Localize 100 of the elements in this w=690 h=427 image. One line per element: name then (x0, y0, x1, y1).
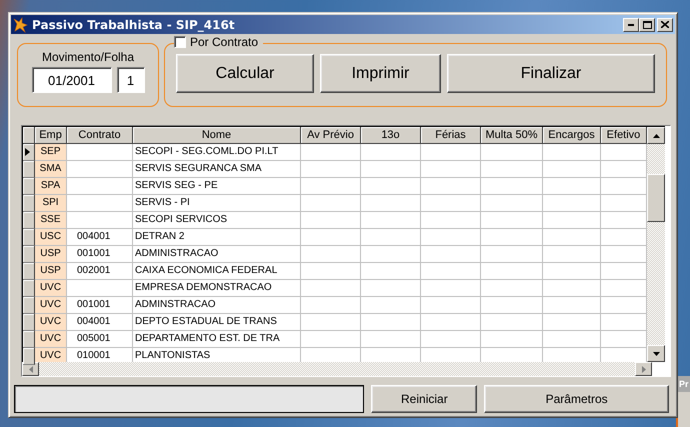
action-button[interactable]: Parâmetros (484, 385, 669, 413)
close-button[interactable] (657, 18, 673, 32)
table-cell (543, 195, 601, 212)
table-cell (421, 178, 481, 195)
table-cell (301, 246, 361, 263)
row-indicator[interactable] (23, 161, 35, 178)
column-header[interactable]: Férias (421, 127, 481, 144)
table-cell (543, 314, 601, 331)
scroll-down-button[interactable] (647, 345, 665, 362)
up-arrow-icon (652, 134, 660, 138)
table-cell (421, 195, 481, 212)
column-header[interactable]: Contrato (67, 127, 133, 144)
column-header[interactable]: Nome (133, 127, 301, 144)
table-cell (421, 229, 481, 246)
column-header[interactable]: Av Prévio (301, 127, 361, 144)
table-cell (601, 229, 647, 246)
column-header[interactable]: Emp (35, 127, 67, 144)
table-cell: SSE (35, 212, 67, 229)
folha-field[interactable]: 1 (116, 67, 144, 93)
table-cell: UVC (35, 297, 67, 314)
table-cell (301, 161, 361, 178)
scrollbar-thumb[interactable] (647, 174, 665, 222)
column-header[interactable]: Multa 50% (481, 127, 543, 144)
table-cell (543, 161, 601, 178)
table-cell (361, 212, 421, 229)
table-cell (361, 280, 421, 297)
current-row-icon (25, 148, 30, 156)
table-cell (421, 297, 481, 314)
row-indicator[interactable] (23, 348, 35, 365)
action-button[interactable]: Reiniciar (371, 385, 478, 413)
row-indicator[interactable] (23, 212, 35, 229)
table-cell: 004001 (67, 229, 133, 246)
table-cell (421, 161, 481, 178)
table-cell (301, 212, 361, 229)
table-cell: SMA (35, 161, 67, 178)
table-cell (601, 212, 647, 229)
row-indicator[interactable] (23, 144, 35, 161)
minimize-button[interactable] (623, 18, 639, 32)
column-header[interactable]: Encargos (543, 127, 601, 144)
row-indicator[interactable] (23, 331, 35, 348)
row-indicator[interactable] (23, 195, 35, 212)
table-cell (543, 263, 601, 280)
checkbox-label[interactable]: Por Contrato (186, 35, 264, 49)
maximize-icon (642, 20, 652, 28)
table-cell: SEP (35, 144, 67, 161)
table-cell (361, 229, 421, 246)
table-cell (481, 246, 543, 263)
period-field[interactable]: 01/2001 (32, 67, 112, 93)
minimize-icon (628, 24, 634, 26)
table-cell: SECOPI SERVICOS (133, 212, 301, 229)
table-cell (361, 144, 421, 161)
table-cell (543, 331, 601, 348)
row-indicator[interactable] (23, 297, 35, 314)
scroll-up-button[interactable] (647, 127, 665, 144)
table-cell (421, 314, 481, 331)
table-cell (481, 178, 543, 195)
table-cell (421, 144, 481, 161)
table-cell (481, 144, 543, 161)
table-cell (481, 195, 543, 212)
maximize-button[interactable] (639, 18, 655, 32)
row-indicator[interactable] (23, 246, 35, 263)
table-cell (361, 246, 421, 263)
table-cell: SERVIS SEGURANCA SMA (133, 161, 301, 178)
table-cell (421, 263, 481, 280)
row-indicator[interactable] (23, 263, 35, 280)
table-cell (67, 280, 133, 297)
table-cell: 005001 (67, 331, 133, 348)
table-cell (361, 161, 421, 178)
table-cell (601, 144, 647, 161)
table-cell (301, 263, 361, 280)
table-cell: CAIXA ECONOMICA FEDERAL (133, 263, 301, 280)
row-indicator[interactable] (23, 314, 35, 331)
action-button[interactable]: Calcular (176, 54, 314, 93)
row-indicator[interactable] (23, 178, 35, 195)
action-button[interactable]: Finalizar (447, 54, 655, 93)
table-cell (601, 297, 647, 314)
table-cell: EMPRESA DEMONSTRACAO (133, 280, 301, 297)
table-cell (601, 195, 647, 212)
vertical-scrollbar[interactable] (647, 126, 665, 362)
table-cell (301, 297, 361, 314)
table-cell (481, 161, 543, 178)
table-cell: USC (35, 229, 67, 246)
table-cell (481, 297, 543, 314)
scroll-right-button[interactable] (635, 362, 652, 376)
column-header[interactable]: 13o (361, 127, 421, 144)
table-cell: ADMINISTRACAO (133, 246, 301, 263)
table-cell: SECOPI - SEG.COML.DO PI.LT (133, 144, 301, 161)
table-cell (361, 178, 421, 195)
checkbox[interactable] (174, 36, 186, 48)
table-cell (361, 263, 421, 280)
row-indicator[interactable] (23, 229, 35, 246)
row-indicator[interactable] (23, 280, 35, 297)
window-title: Passivo Trabalhista - SIP_416t (32, 18, 236, 32)
horizontal-scrollbar[interactable] (22, 362, 652, 376)
table-cell: SPI (35, 195, 67, 212)
table-cell (421, 280, 481, 297)
table-cell (481, 263, 543, 280)
action-button[interactable]: Imprimir (320, 54, 441, 93)
group-label: Movimento/Folha (42, 50, 134, 64)
column-header[interactable]: Efetivo (601, 127, 647, 144)
